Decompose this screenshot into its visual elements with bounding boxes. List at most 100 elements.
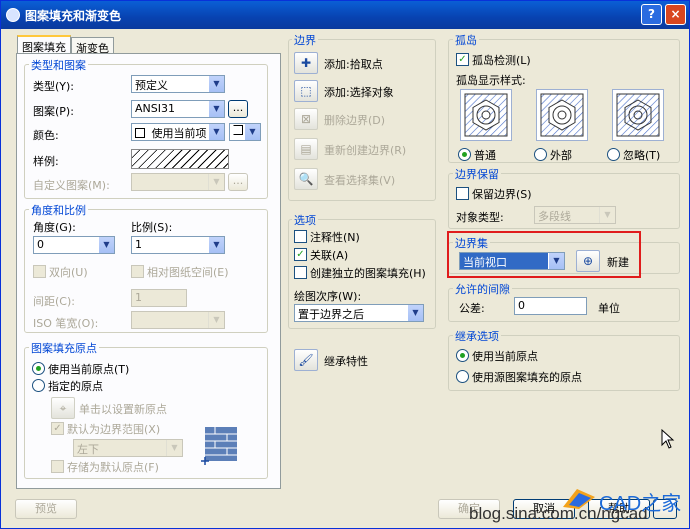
tab-hatch[interactable]: 图案填充	[17, 35, 71, 55]
position-value: 左下	[77, 443, 99, 456]
associative-checkbox[interactable]: ✓	[294, 248, 307, 261]
object-type-combo[interactable]: 多段线 ▼	[534, 206, 616, 224]
island-normal-radio[interactable]	[458, 148, 471, 161]
close-button[interactable]: ×	[665, 4, 686, 25]
type-label: 类型(Y):	[33, 80, 75, 93]
island-normal-preview[interactable]	[460, 89, 512, 141]
tolerance-label: 公差:	[459, 302, 485, 315]
remove-boundary-label[interactable]: 删除边界(D)	[324, 112, 385, 128]
type-combo[interactable]: 预定义 ▼	[131, 75, 225, 93]
object-type-label: 对象类型:	[456, 211, 504, 224]
scale-value: 1	[135, 238, 142, 251]
help-title-button[interactable]: ?	[641, 4, 662, 25]
iso-pen-combo[interactable]: ▼	[131, 311, 225, 329]
remove-boundary-icon[interactable]: ⊠	[294, 108, 318, 130]
boundary-title: 边界	[292, 32, 318, 48]
default-extent-checkbox[interactable]: ✓	[51, 422, 64, 435]
chevron-down-icon: ▼	[244, 124, 260, 140]
custom-browse-button[interactable]: ...	[228, 173, 248, 191]
chevron-down-icon: ▼	[208, 237, 224, 253]
draw-order-value: 置于边界之后	[298, 308, 364, 321]
relative-label: 相对图纸空间(E)	[147, 266, 229, 279]
pattern-combo[interactable]: ANSI31 ▼	[131, 100, 225, 118]
island-ignore-icon	[616, 93, 660, 137]
angle-combo[interactable]: 0 ▼	[33, 236, 115, 254]
chevron-down-icon: ▼	[98, 237, 114, 253]
chevron-down-icon: ▼	[208, 76, 224, 92]
pattern-sample[interactable]	[131, 149, 229, 169]
custom-pattern-label: 自定义图案(M):	[33, 179, 110, 192]
preview-button[interactable]: 预览	[15, 499, 77, 519]
use-current-origin-label: 使用当前原点(T)	[48, 363, 130, 376]
island-ignore-radio[interactable]	[607, 148, 620, 161]
custom-pattern-combo[interactable]: ▼	[131, 173, 225, 191]
iso-pen-label: ISO 笔宽(O):	[33, 317, 99, 330]
color-combo[interactable]: 使用当前项 ▼	[131, 123, 225, 141]
chevron-down-icon: ▼	[208, 174, 224, 190]
store-default-label: 存储为默认原点(F)	[67, 461, 159, 474]
recreate-boundary-label[interactable]: 重新创建边界(R)	[324, 142, 406, 158]
specified-origin-radio[interactable]	[32, 379, 45, 392]
object-type-value: 多段线	[538, 210, 571, 223]
pattern-browse-button[interactable]: ...	[228, 100, 248, 118]
chevron-down-icon: ▼	[208, 124, 224, 140]
island-outer-radio[interactable]	[534, 148, 547, 161]
double-checkbox[interactable]	[33, 265, 46, 278]
click-set-origin-label: 单击以设置新原点	[79, 403, 167, 416]
chevron-down-icon: ▼	[599, 207, 615, 223]
add-select-objects-icon[interactable]: ⬚	[294, 80, 318, 102]
inherit-source-origin-radio[interactable]	[456, 370, 469, 383]
add-select-objects-label[interactable]: 添加:选择对象	[324, 84, 394, 100]
add-pick-points-icon[interactable]: ✚	[294, 52, 318, 74]
recreate-boundary-icon[interactable]: ▤	[294, 138, 318, 160]
background-color-combo[interactable]: ▼	[229, 123, 261, 141]
spacing-label: 间距(C):	[33, 295, 75, 308]
island-outer-icon	[540, 93, 584, 137]
scale-combo[interactable]: 1 ▼	[131, 236, 225, 254]
inherit-current-origin-label: 使用当前原点	[472, 350, 538, 363]
inherit-options-title: 继承选项	[453, 328, 501, 344]
sample-label: 样例:	[33, 155, 59, 168]
scale-label: 比例(S):	[131, 221, 173, 234]
cad-logo-icon	[563, 489, 595, 509]
angle-label: 角度(G):	[33, 221, 76, 234]
pattern-value: ANSI31	[135, 102, 175, 115]
specified-origin-label: 指定的原点	[48, 380, 103, 393]
spacing-input[interactable]: 1	[131, 289, 187, 307]
hatch-dialog: 图案填充和渐变色 ? × 图案填充 渐变色 类型和图案 类型(Y): 预定义 ▼…	[0, 0, 690, 529]
view-selection-icon[interactable]: 🔍	[294, 168, 318, 190]
relative-checkbox[interactable]	[131, 265, 144, 278]
type-pattern-title: 类型和图案	[29, 57, 88, 73]
retain-boundaries-label: 保留边界(S)	[472, 188, 532, 201]
store-default-checkbox[interactable]	[51, 460, 64, 473]
separate-hatches-checkbox[interactable]	[294, 266, 307, 279]
draw-order-combo[interactable]: 置于边界之后 ▼	[294, 304, 424, 322]
double-label: 双向(U)	[49, 266, 88, 279]
island-detection-checkbox[interactable]: ✓	[456, 53, 469, 66]
inherit-properties-label[interactable]: 继承特性	[324, 353, 368, 369]
angle-scale-title: 角度和比例	[29, 202, 88, 218]
chevron-down-icon: ▼	[208, 312, 224, 328]
island-normal-label: 普通	[474, 149, 496, 162]
island-outer-preview[interactable]	[536, 89, 588, 141]
position-combo[interactable]: 左下 ▼	[73, 439, 183, 457]
color-label: 颜色:	[33, 129, 59, 142]
use-current-origin-radio[interactable]	[32, 362, 45, 375]
island-normal-icon	[464, 93, 508, 137]
inherit-properties-icon[interactable]: 🖌	[294, 349, 318, 371]
tolerance-input[interactable]: 0	[514, 297, 587, 315]
annotative-checkbox[interactable]	[294, 230, 307, 243]
inherit-current-origin-radio[interactable]	[456, 349, 469, 362]
origin-title: 图案填充原点	[29, 340, 99, 356]
unit-label: 单位	[598, 302, 620, 315]
associative-label: 关联(A)	[310, 249, 349, 262]
origin-preview-icon	[201, 427, 237, 465]
island-style-label: 孤岛显示样式:	[456, 74, 526, 87]
set-origin-icon[interactable]: ⌖	[51, 397, 75, 419]
draw-order-label: 绘图次序(W):	[294, 290, 362, 303]
view-selection-label[interactable]: 查看选择集(V)	[324, 172, 395, 188]
annotative-label: 注释性(N)	[310, 231, 360, 244]
add-pick-points-label[interactable]: 添加:拾取点	[324, 56, 383, 72]
island-ignore-preview[interactable]	[612, 89, 664, 141]
retain-boundaries-checkbox[interactable]	[456, 187, 469, 200]
